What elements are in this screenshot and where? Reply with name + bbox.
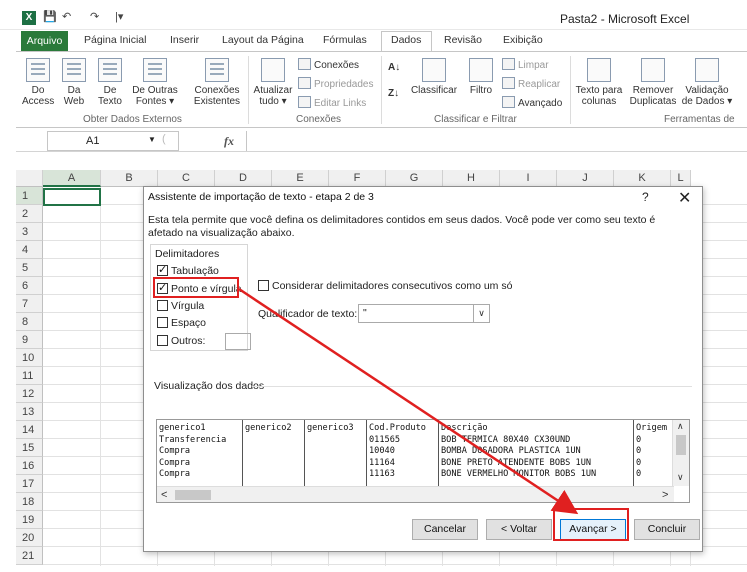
arrow-annotation (238, 287, 579, 515)
red-arrow (238, 287, 579, 515)
